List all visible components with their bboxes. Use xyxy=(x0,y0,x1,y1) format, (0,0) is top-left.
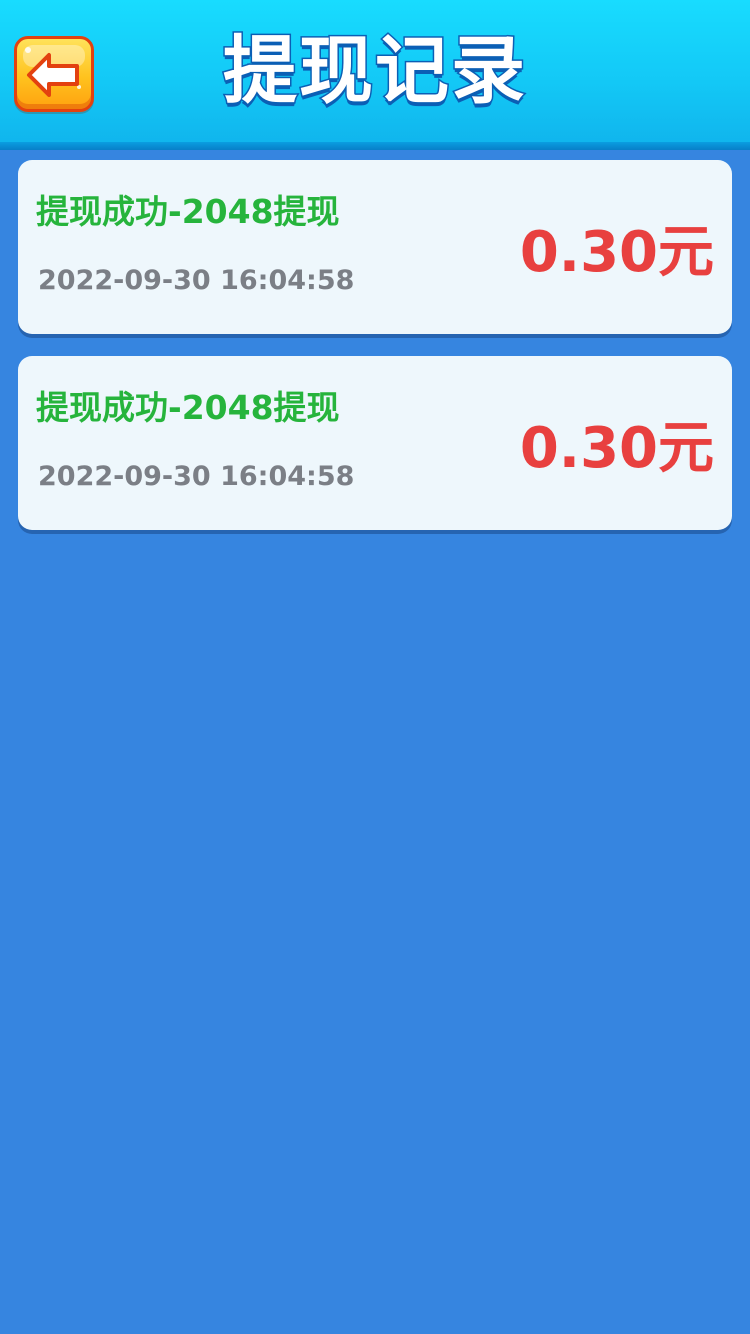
record-amount: 0.30元 xyxy=(519,220,714,285)
header-bar: 提现记录 xyxy=(0,0,750,150)
record-amount: 0.30元 xyxy=(519,416,714,481)
record-card: 提现成功-2048提现 2022-09-30 16:04:58 0.30元 xyxy=(18,160,732,334)
record-time: 2022-09-30 16:04:58 xyxy=(38,461,355,492)
record-title: 提现成功-2048提现 xyxy=(36,388,340,427)
record-time: 2022-09-30 16:04:58 xyxy=(38,265,355,296)
record-card: 提现成功-2048提现 2022-09-30 16:04:58 0.30元 xyxy=(18,356,732,530)
page-title: 提现记录 xyxy=(222,27,527,116)
withdrawal-record-list: 提现成功-2048提现 2022-09-30 16:04:58 0.30元 提现… xyxy=(18,160,732,552)
record-title: 提现成功-2048提现 xyxy=(36,192,340,231)
